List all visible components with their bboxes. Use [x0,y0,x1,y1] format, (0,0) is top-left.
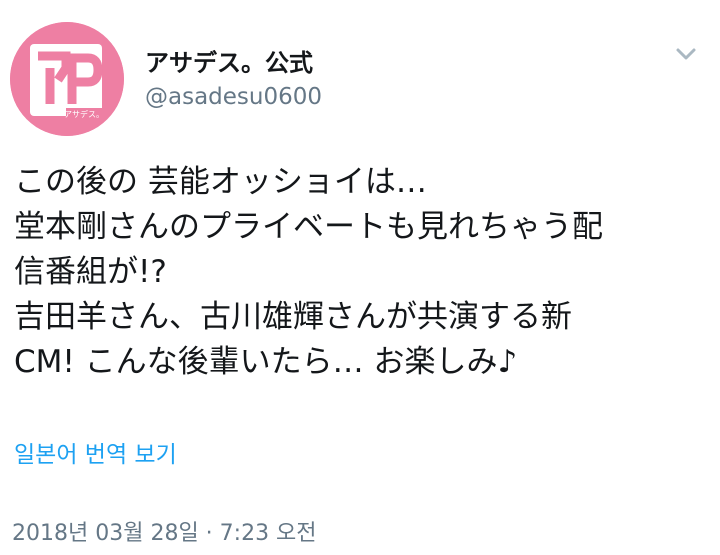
tweet-text-line: CM! こんな後輩いたら… お楽しみ♪ [14,344,518,380]
tweet-text-line: この後の 芸能オッショイは… [14,164,427,200]
translate-tweet-link[interactable]: 일본어 번역 보기 [14,440,177,470]
tweet-timestamp: 2018년 03월 28일 · 7:23 오전 [12,521,317,546]
asadesu-logo-icon: アサデス。 [10,22,124,136]
tweet-text-line: 吉田羊さん、古川雄輝さんが共演する新 [14,299,572,335]
chevron-down-icon [676,48,696,60]
display-name[interactable]: アサデス。公式 [145,48,313,78]
tweet-text-line: 信番組が!? [14,254,167,290]
tweet-text: この後の 芸能オッショイは… 堂本剛さんのプライベートも見れちゃう配 信番組が!… [14,160,704,385]
tweet-text-line: 堂本剛さんのプライベートも見れちゃう配 [14,209,603,245]
tweet-menu-button[interactable] [672,40,700,68]
user-handle[interactable]: @asadesu0600 [145,83,322,111]
avatar-logo-text: アサデス。 [64,109,104,119]
avatar[interactable]: アサデス。 [10,22,124,136]
